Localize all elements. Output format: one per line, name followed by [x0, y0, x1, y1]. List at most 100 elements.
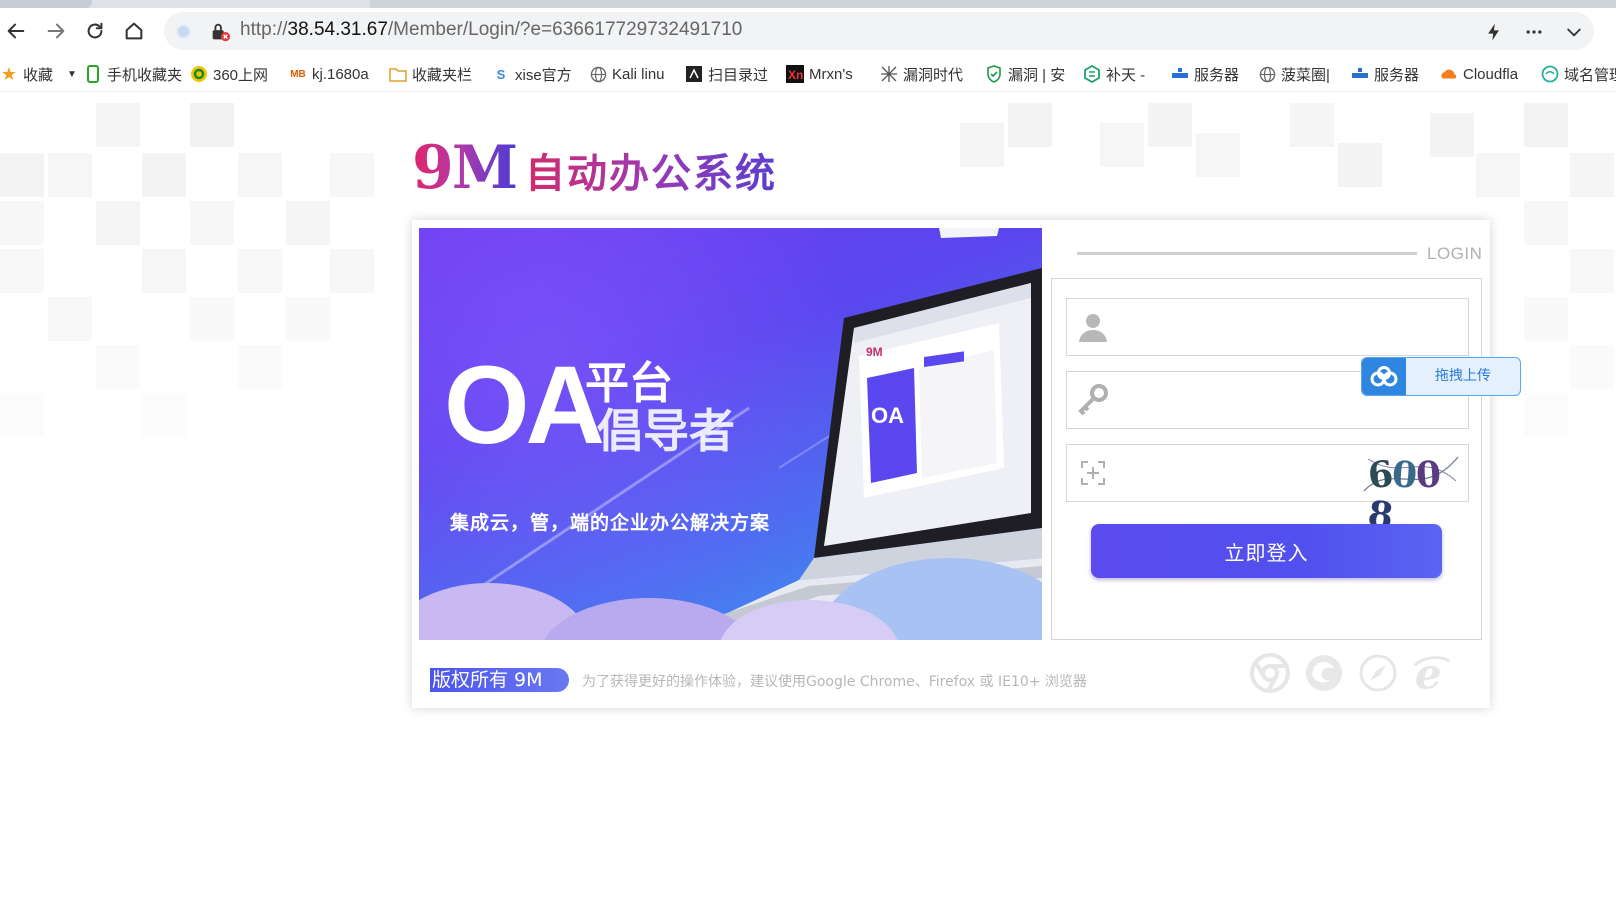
- insecure-lock-icon[interactable]: [209, 21, 231, 43]
- login-submit-button[interactable]: 立即登入: [1091, 524, 1442, 578]
- chrome-icon: [1249, 652, 1291, 694]
- key-icon: [1075, 382, 1111, 418]
- bookmark-item[interactable]: 漏洞 | 安: [985, 63, 1065, 85]
- captcha-icon: [1075, 455, 1111, 491]
- url-host: 38.54.31.67: [287, 19, 388, 40]
- ie-icon: e: [1411, 652, 1453, 694]
- bookmark-label: 补天 -: [1106, 66, 1146, 84]
- phone-icon: [84, 65, 102, 83]
- username-input[interactable]: [1119, 307, 1449, 347]
- browser-toolbar: http://38.54.31.67/Member/Login/?e=63661…: [0, 8, 1616, 50]
- login-heading-text: LOGIN: [1427, 244, 1483, 263]
- bookmarks-bar: ★ 收藏 ▼ 手机收藏夹 360上网 MB kj.1680a 收藏夹栏 Sxise官方…: [0, 56, 1616, 92]
- url-path: /Member/Login/?e=636617729732491710: [387, 19, 743, 40]
- bookmark-item[interactable]: 补天 -: [1083, 63, 1145, 85]
- cross-icon: [880, 65, 898, 83]
- forward-button[interactable]: [43, 18, 69, 44]
- logo-mark: 9M: [412, 133, 518, 203]
- copyright-badge: 版权所有 9M: [430, 668, 569, 692]
- bookmark-item[interactable]: Xn Mrxn's: [786, 63, 853, 85]
- butian-icon: [1083, 65, 1101, 83]
- drag-upload-widget[interactable]: 拖拽上传: [1361, 357, 1521, 396]
- banner-line-2: 倡导者: [597, 404, 735, 458]
- globe-icon: [589, 65, 607, 83]
- bookmark-item[interactable]: Sxise官方: [492, 63, 572, 85]
- home-button[interactable]: [121, 18, 147, 44]
- caret-down-icon[interactable]: ▼: [67, 69, 77, 80]
- bookmark-label: kj.1680a: [312, 65, 369, 83]
- globe-icon: [1258, 65, 1276, 83]
- url-prefix: http://: [240, 19, 288, 40]
- bookmark-item[interactable]: MB kj.1680a: [289, 63, 369, 85]
- svg-text:Xn: Xn: [788, 68, 803, 82]
- folder-icon: [389, 65, 407, 83]
- logo-title: 自动办公系统: [525, 148, 777, 200]
- 360-icon: [190, 65, 208, 83]
- domain-icon: [1541, 65, 1559, 83]
- bookmark-item[interactable]: 域名管理: [1541, 63, 1616, 85]
- server-icon: [1351, 65, 1369, 83]
- banner-subtitle: 集成云，管，端的企业办公解决方案: [450, 512, 771, 534]
- captcha-field[interactable]: 6008: [1066, 444, 1469, 537]
- captcha-image[interactable]: 6008: [1362, 451, 1460, 537]
- bookmark-label: 收藏夹栏: [412, 66, 473, 84]
- bookmark-item[interactable]: ★ 收藏 ▼: [0, 63, 77, 85]
- lightning-button[interactable]: [1482, 20, 1506, 44]
- svg-text:9M: 9M: [866, 345, 883, 359]
- home-icon: [125, 22, 143, 40]
- captcha-char: 0: [1415, 453, 1442, 497]
- bookmark-label: Kali linu: [612, 65, 665, 83]
- bookmark-item[interactable]: 菠菜圈|: [1258, 63, 1330, 85]
- bookmark-label: 漏洞 | 安: [1008, 66, 1066, 84]
- bookmark-label: 服务器: [1194, 66, 1240, 84]
- server-icon: [1171, 65, 1189, 83]
- lightning-icon: [1488, 23, 1499, 41]
- address-bar[interactable]: http://38.54.31.67/Member/Login/?e=63661…: [164, 12, 1594, 50]
- mb-icon: MB: [290, 68, 306, 80]
- browser-icons: e: [1249, 652, 1453, 696]
- bookmark-label: 菠菜圈|: [1281, 66, 1330, 84]
- bookmark-label: 360上网: [213, 66, 269, 84]
- dropdown-button[interactable]: [1562, 20, 1586, 44]
- reload-icon: [87, 22, 103, 39]
- captcha-char: 6: [1365, 452, 1395, 498]
- bookmark-item[interactable]: 漏洞时代: [880, 63, 963, 85]
- bookmark-item[interactable]: 服务器: [1171, 63, 1239, 85]
- bookmark-label: 域名管理: [1564, 66, 1616, 84]
- cloud-icon: [1440, 65, 1458, 83]
- login-panel: OA 9M OA 平台 倡导者 集成云，管，端的企业办公解决方案 LOGIN 6…: [412, 220, 1490, 708]
- bookmark-item[interactable]: 收藏夹栏: [389, 63, 472, 85]
- user-icon: [1075, 309, 1111, 345]
- username-field[interactable]: [1066, 298, 1469, 356]
- shield-icon: [985, 65, 1003, 83]
- captcha-input[interactable]: [1119, 453, 1349, 493]
- url-text[interactable]: http://38.54.31.67/Member/Login/?e=63661…: [240, 19, 742, 41]
- bookmark-label: Cloudfla: [1463, 65, 1519, 83]
- back-button[interactable]: [3, 18, 29, 44]
- captcha-char: 0: [1390, 453, 1418, 497]
- chevron-down-icon: [1567, 28, 1581, 37]
- more-dots-icon: [1526, 30, 1542, 34]
- bookmark-label: Mrxn's: [809, 65, 853, 83]
- bookmark-label: 收藏: [23, 66, 54, 84]
- active-tab[interactable]: [0, 0, 92, 8]
- drag-upload-label: 拖拽上传: [1435, 368, 1491, 384]
- captcha-digits: 6008: [1365, 452, 1460, 537]
- cloud-upload-icon: [1362, 358, 1406, 395]
- inactive-tab[interactable]: [370, 0, 1616, 8]
- more-button[interactable]: [1522, 20, 1546, 44]
- bookmark-item[interactable]: 手机收藏夹: [84, 63, 182, 85]
- bookmark-item[interactable]: 360上网: [190, 63, 268, 85]
- s-icon: S: [496, 66, 506, 82]
- bookmark-item[interactable]: 扫目录过: [685, 63, 768, 85]
- banner-oa: OA: [444, 344, 605, 467]
- svg-text:OA: OA: [871, 403, 904, 428]
- bookmark-item[interactable]: Kali linu: [589, 63, 665, 85]
- promo-banner: OA 9M OA 平台 倡导者 集成云，管，端的企业办公解决方案: [419, 228, 1042, 640]
- arrow-left-icon: [7, 23, 25, 39]
- star-icon: ★: [0, 63, 18, 84]
- reload-button[interactable]: [82, 18, 108, 44]
- bookmark-item[interactable]: Cloudfla: [1440, 63, 1518, 85]
- banner-line-1: 平台: [585, 358, 673, 409]
- bookmark-item[interactable]: 服务器: [1351, 63, 1419, 85]
